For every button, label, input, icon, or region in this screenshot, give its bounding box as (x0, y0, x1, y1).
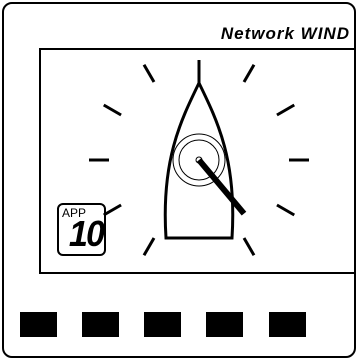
softkey-1[interactable] (20, 312, 57, 337)
apparent-wind-speed-box: APP 10 (57, 203, 106, 256)
softkey-5[interactable] (269, 312, 306, 337)
wind-speed-value: 10 (68, 213, 105, 254)
softkey-4[interactable] (206, 312, 243, 337)
wind-direction-needle (196, 158, 247, 216)
dial-tick-60 (276, 103, 296, 117)
dial-tick-120 (276, 203, 296, 217)
dial-tick-150 (242, 237, 256, 257)
wind-instrument-display: Network WIND APP 10 (2, 2, 356, 358)
dial-tick-210 (142, 237, 156, 257)
softkey-2[interactable] (82, 312, 119, 337)
dial-tick-240 (102, 203, 122, 217)
softkey-bar (4, 302, 354, 342)
wind-display-screen: APP 10 (39, 48, 354, 274)
page-title: Network WIND (220, 24, 350, 43)
softkey-3[interactable] (144, 312, 181, 337)
dial-tick-30 (242, 63, 256, 83)
header-bar: Network WIND (4, 4, 354, 48)
dial-tick-330 (142, 63, 156, 83)
dial-tick-300 (102, 103, 122, 117)
